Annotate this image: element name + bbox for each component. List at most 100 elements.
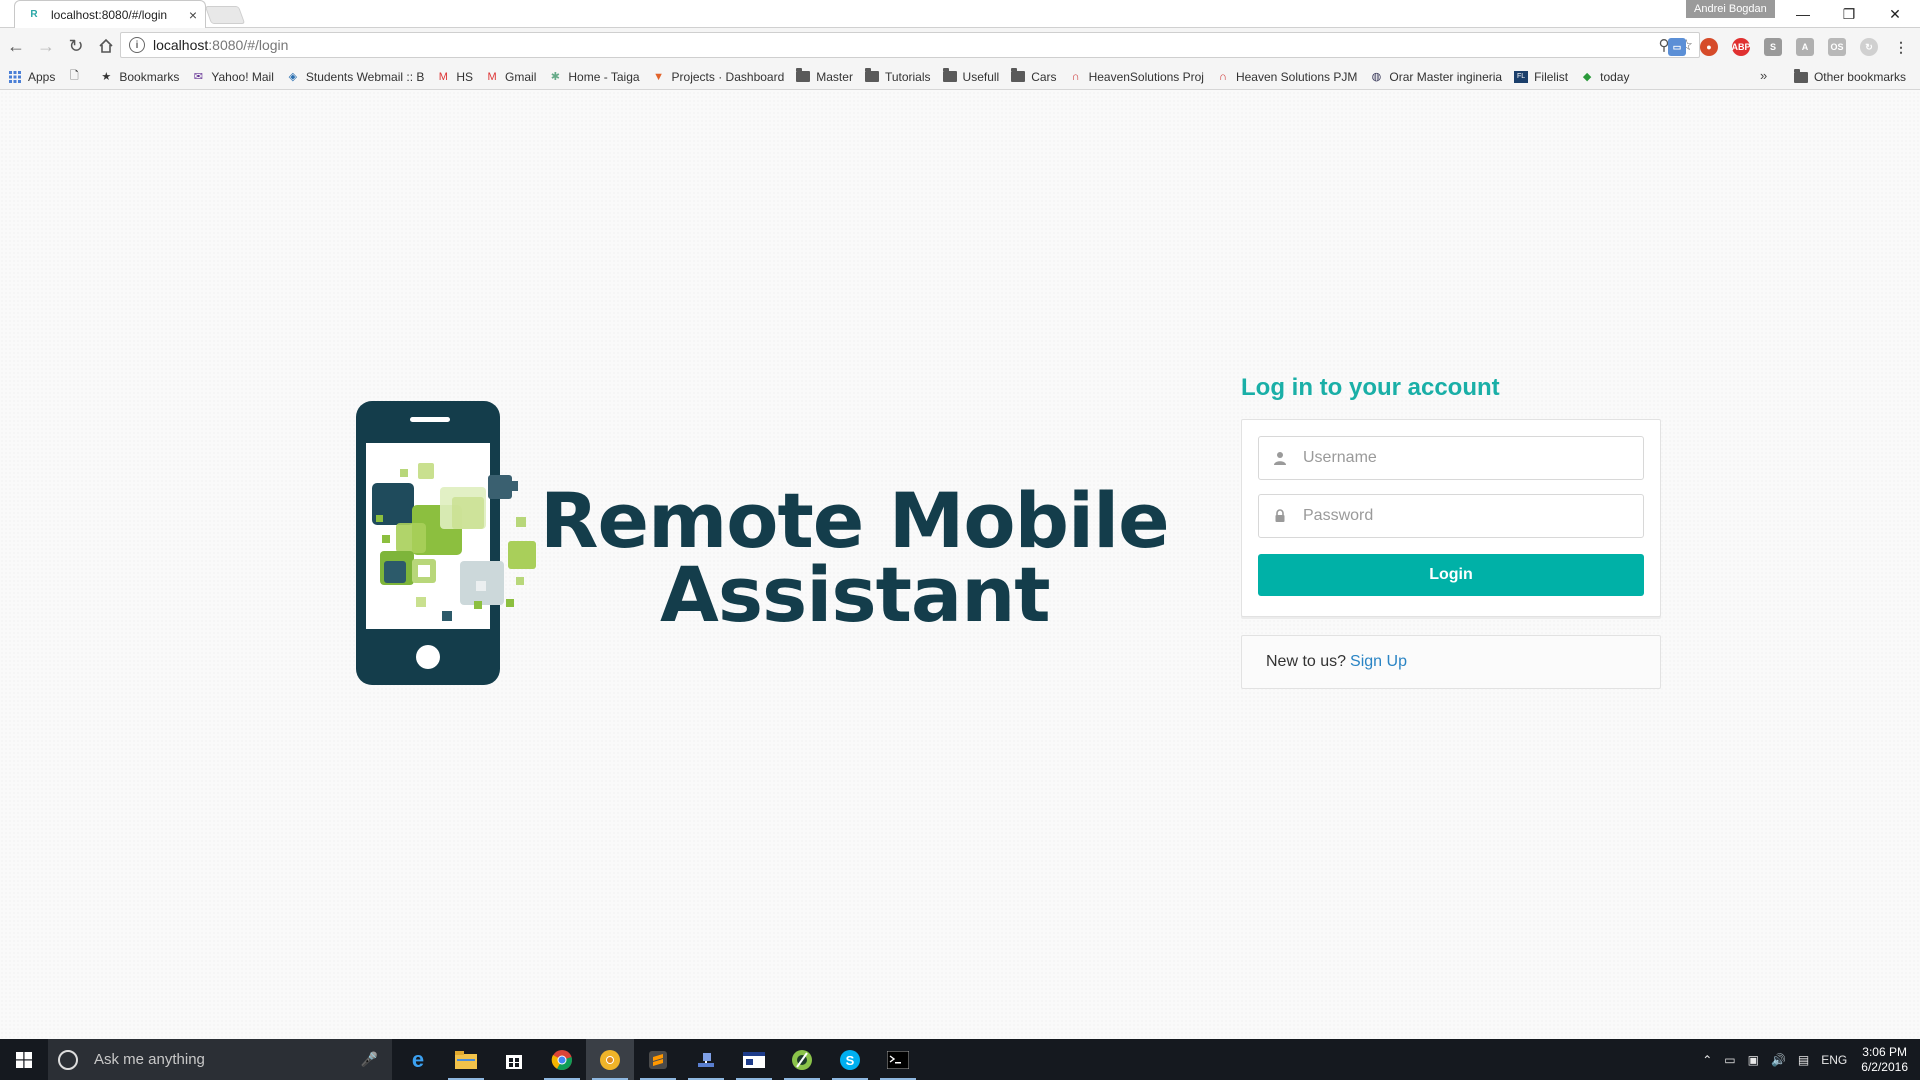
signup-prompt: New to us? xyxy=(1266,653,1347,670)
bookmark-gitlab[interactable]: ▼ Projects · Dashboard xyxy=(652,70,784,84)
folder-icon xyxy=(1011,68,1026,83)
windows-taskbar: Ask me anything 🎤 e S ⌃ ▭ ▣ 🔊 ▤ ENG 3:06… xyxy=(0,1039,1920,1080)
bookmark-apps[interactable]: Apps xyxy=(8,70,55,84)
page-icon: 🗋 xyxy=(69,70,79,82)
edge-icon[interactable]: e xyxy=(394,1039,442,1080)
action-center-icon[interactable]: ▤ xyxy=(1798,1053,1809,1067)
bookmark-folder-cars[interactable]: Cars xyxy=(1011,68,1057,84)
forward-arrow-icon[interactable]: → xyxy=(32,32,60,60)
new-tab-button[interactable] xyxy=(204,6,246,24)
extension-s-icon[interactable]: S xyxy=(1764,38,1782,56)
bookmarks-overflow-chevron-icon[interactable]: » xyxy=(1760,68,1767,83)
android-studio-icon[interactable] xyxy=(778,1039,826,1080)
signup-link[interactable]: Sign Up xyxy=(1350,653,1407,671)
username-input[interactable] xyxy=(1303,449,1623,467)
today-icon: ◆ xyxy=(1582,71,1592,83)
signup-panel: New to us? Sign Up xyxy=(1241,635,1661,689)
bookmark-hs[interactable]: M HS xyxy=(436,70,473,84)
extension-a-icon[interactable]: A xyxy=(1796,38,1814,56)
bookmark-gmail[interactable]: M Gmail xyxy=(485,70,536,84)
password-field[interactable] xyxy=(1258,494,1644,538)
bookmark-heavensolutions-pjm[interactable]: ∩ Heaven Solutions PJM xyxy=(1216,70,1357,84)
bookmark-filelist[interactable]: FL Filelist xyxy=(1514,70,1568,84)
extension-os-icon[interactable]: OS xyxy=(1828,38,1846,56)
extension-chrome-icon[interactable]: ● xyxy=(1700,38,1718,56)
login-form: Login xyxy=(1241,419,1661,617)
site-info-icon[interactable]: i xyxy=(129,37,145,53)
app-logo-phone-icon xyxy=(356,401,568,692)
clock-time: 3:06 PM xyxy=(1862,1044,1907,1059)
taskbar-clock[interactable]: 3:06 PM 6/2/2016 xyxy=(1861,1045,1908,1075)
username-field[interactable] xyxy=(1258,436,1644,480)
skype-icon[interactable]: S xyxy=(826,1039,874,1080)
adblock-icon[interactable]: ABP xyxy=(1732,38,1751,56)
bookmark-yahoo-mail[interactable]: ✉ Yahoo! Mail xyxy=(191,70,274,84)
browser-tab-active[interactable]: R localhost:8080/#/login × xyxy=(14,0,206,28)
globe-icon: ◍ xyxy=(1371,71,1382,83)
search-placeholder: Ask me anything xyxy=(94,1051,205,1068)
close-window-button[interactable]: ✕ xyxy=(1872,0,1918,28)
bookmark-heavensolutions-proj[interactable]: ∩ HeavenSolutions Proj xyxy=(1069,70,1204,84)
star-icon: ★ xyxy=(101,71,112,83)
store-icon[interactable] xyxy=(490,1039,538,1080)
show-hidden-icons-chevron-icon[interactable]: ⌃ xyxy=(1702,1053,1712,1067)
url-host: localhost xyxy=(153,37,209,53)
sublime-text-icon[interactable] xyxy=(634,1039,682,1080)
tab-close-icon[interactable]: × xyxy=(189,7,197,23)
site-favicon-icon: R xyxy=(30,9,38,20)
address-bar[interactable]: i localhost:8080/#/login ⚲ ☆ xyxy=(120,32,1700,58)
tab-title: localhost:8080/#/login xyxy=(51,7,168,22)
webmail-icon: ◈ xyxy=(288,71,298,83)
login-button[interactable]: Login xyxy=(1258,554,1644,596)
password-input[interactable] xyxy=(1303,507,1623,525)
chrome-icon[interactable] xyxy=(538,1039,586,1080)
minimize-button[interactable]: — xyxy=(1780,0,1826,28)
extension-screen-icon[interactable]: ▭ xyxy=(1668,38,1686,56)
bookmark-today[interactable]: ◆ today xyxy=(1580,70,1630,84)
windows-start-icon[interactable] xyxy=(0,1039,48,1080)
restore-button[interactable]: ❐ xyxy=(1826,0,1872,28)
cortana-search-box[interactable]: Ask me anything 🎤 xyxy=(48,1039,392,1080)
folder-icon xyxy=(864,68,879,83)
bookmark-folder-usefull[interactable]: Usefull xyxy=(942,68,999,84)
window-app-icon[interactable] xyxy=(730,1039,778,1080)
clock-date: 6/2/2016 xyxy=(1861,1059,1908,1074)
bookmark-folder-tutorials[interactable]: Tutorials xyxy=(864,68,931,84)
folder-icon xyxy=(796,68,811,83)
command-prompt-icon[interactable] xyxy=(874,1039,922,1080)
bookmark-students-webmail[interactable]: ◈ Students Webmail :: B xyxy=(286,70,425,84)
reload-icon[interactable]: ↻ xyxy=(62,32,90,60)
bookmark-taiga[interactable]: ✱ Home - Taiga xyxy=(548,70,640,84)
apps-grid-icon xyxy=(8,70,22,83)
back-arrow-icon[interactable]: ← xyxy=(2,32,30,60)
bookmark-page[interactable]: 🗋 xyxy=(67,70,87,83)
svg-text:S: S xyxy=(846,1053,855,1068)
chrome-canary-icon[interactable] xyxy=(586,1039,634,1080)
url-path: :8080/#/login xyxy=(208,37,289,53)
bookmark-folder-master[interactable]: Master xyxy=(796,68,853,84)
folder-icon xyxy=(942,68,957,83)
battery-icon[interactable]: ▭ xyxy=(1724,1053,1735,1067)
system-tray: ⌃ ▭ ▣ 🔊 ▤ ENG 3:06 PM 6/2/2016 xyxy=(1696,1039,1920,1080)
extension-sync-icon[interactable]: ↻ xyxy=(1860,38,1878,56)
cortana-icon xyxy=(58,1049,78,1070)
login-heading: Log in to your account xyxy=(1241,374,1500,401)
network-icon[interactable]: ▣ xyxy=(1748,1053,1759,1067)
file-explorer-icon[interactable] xyxy=(442,1039,490,1080)
home-icon[interactable] xyxy=(92,32,120,60)
language-indicator[interactable]: ENG xyxy=(1821,1053,1847,1067)
filelist-icon: FL xyxy=(1514,70,1529,83)
microphone-icon[interactable]: 🎤 xyxy=(361,1051,378,1068)
gmail-icon: M xyxy=(438,70,448,83)
profile-button[interactable]: Andrei Bogdan xyxy=(1686,0,1775,18)
chrome-menu-icon[interactable]: ⋮ xyxy=(1892,38,1910,56)
bookmark-bookmarks[interactable]: ★ Bookmarks xyxy=(99,70,179,84)
bookmark-orar-master[interactable]: ◍ Orar Master ingineria xyxy=(1369,70,1503,84)
gitlab-icon: ▼ xyxy=(653,70,664,83)
other-bookmarks[interactable]: Other bookmarks xyxy=(1793,64,1906,90)
gmail-icon: M xyxy=(487,70,497,83)
network-tool-icon[interactable] xyxy=(682,1039,730,1080)
volume-icon[interactable]: 🔊 xyxy=(1771,1053,1786,1067)
heaven-icon: ∩ xyxy=(1071,70,1080,83)
folder-icon xyxy=(1793,68,1808,83)
